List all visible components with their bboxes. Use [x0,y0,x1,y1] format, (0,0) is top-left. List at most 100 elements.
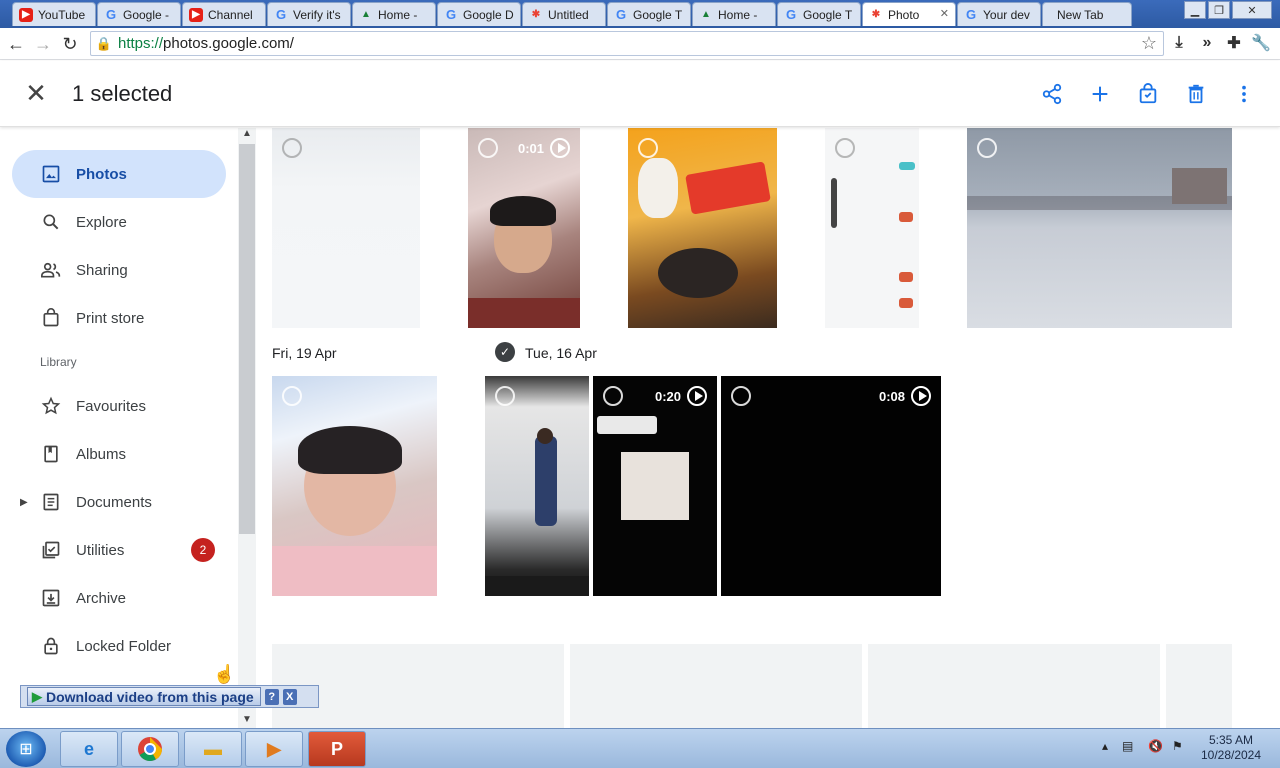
share-icon[interactable] [1038,80,1066,108]
hand-cursor-icon: ☝ [213,664,236,684]
video-duration: 0:08 [879,386,931,406]
minimize-icon[interactable]: ▁ [1184,1,1206,19]
tab-photos-active[interactable]: ✱ Photo ✕ [862,2,956,26]
sidebar-item-label: Albums [76,445,127,463]
tab-google-docs[interactable]: G Google D [437,2,521,26]
media-player-icon[interactable]: ▶ [245,731,303,767]
page-scrollbar[interactable] [1264,128,1280,728]
show-hidden-icons-icon[interactable]: ▴ [1102,739,1108,753]
help-button[interactable]: ? [264,688,279,705]
volume-muted-icon[interactable]: 🔇 [1148,739,1163,753]
chrome-icon[interactable] [121,731,179,767]
drive-icon: ▲ [361,9,371,20]
extensions-puzzle-icon[interactable]: ✚ [1223,32,1245,54]
tab-google-t-1[interactable]: G Google T [607,2,691,26]
delete-icon[interactable] [1182,80,1210,108]
action-center-flag-icon[interactable]: ⚑ [1172,739,1183,753]
select-circle-icon[interactable] [835,138,855,158]
select-circle-icon[interactable] [977,138,997,158]
tab-youtube[interactable]: ▶ YouTube [12,2,96,26]
sidebar-item-documents[interactable]: ▶ Documents [12,478,226,526]
scroll-up-arrow-icon[interactable]: ▲ [241,128,253,140]
print-store-icon[interactable] [1134,80,1162,108]
address-bar[interactable]: 🔒 https://photos.google.com/ ☆ [90,31,1164,56]
tab-label: Google T [633,7,683,22]
bookmark-star-icon[interactable]: ☆ [1141,33,1157,54]
download-video-bar: ▶ Download video from this page ? X [20,685,319,708]
video-thumbnail[interactable]: 0:20 [593,376,717,596]
scrollbar-thumb[interactable] [239,144,255,534]
select-circle-icon[interactable] [603,386,623,406]
select-circle-icon[interactable] [478,138,498,158]
start-button[interactable]: ⊞ [6,731,46,767]
internet-explorer-icon[interactable]: e [60,731,118,767]
tab-your-devices[interactable]: G Your dev [957,2,1041,26]
tab-close-icon[interactable]: ✕ [940,7,949,20]
photo-thumbnail[interactable] [272,376,437,596]
close-bar-button[interactable]: X [282,688,297,705]
network-icon[interactable]: ▤ [1122,739,1133,753]
window-close-icon[interactable]: ✕ [1232,1,1272,19]
back-icon[interactable]: ← [5,33,27,55]
sidebar-item-explore[interactable]: Explore [12,198,226,246]
wrench-menu-icon[interactable]: 🔧 [1250,32,1272,54]
tab-google-t-2[interactable]: G Google T [777,2,861,26]
sidebar-item-albums[interactable]: Albums [12,430,226,478]
tab-new-tab[interactable]: New Tab [1042,2,1132,26]
sidebar-item-locked-folder[interactable]: Locked Folder [12,622,226,670]
google-icon: G [965,7,977,22]
select-circle-icon[interactable] [282,138,302,158]
restore-icon[interactable]: ❐ [1208,1,1230,19]
tab-label: Photo [888,7,920,22]
more-vert-icon[interactable] [1230,80,1258,108]
sidebar-item-label: Documents [76,493,152,511]
tab-label: New Tab [1057,7,1104,22]
sidebar-item-label: Favourites [76,397,147,415]
sidebar-item-utilities[interactable]: Utilities 2 [12,526,226,574]
sidebar-item-print-store[interactable]: Print store [12,294,226,342]
select-circle-icon[interactable] [731,386,751,406]
drive-icon: ▲ [701,9,711,20]
tab-google-1[interactable]: G Google - [97,2,181,26]
sidebar-item-archive[interactable]: Archive [12,574,226,622]
sidebar-item-sharing[interactable]: Sharing [12,246,226,294]
file-explorer-icon[interactable]: ▬ [184,731,242,767]
tab-verify[interactable]: G Verify it's [267,2,351,26]
sidebar-item-label: Photos [76,165,127,183]
select-circle-icon[interactable] [495,386,515,406]
tab-untitled[interactable]: ✱ Untitled [522,2,606,26]
more-extensions-icon[interactable]: » [1196,32,1218,54]
download-icon[interactable]: ⤓ [1168,32,1190,54]
play-icon [687,386,707,406]
photo-thumbnail[interactable] [967,128,1232,328]
photo-thumbnail[interactable] [628,128,777,328]
tab-drive-home-1[interactable]: ▲ Home - [352,2,436,26]
tab-label: Google D [463,7,514,22]
sidebar-item-label: Locked Folder [76,637,172,655]
clear-selection-icon[interactable]: ✕ [22,78,50,108]
forward-icon[interactable]: → [32,33,54,55]
tab-label: Home - [378,7,418,22]
loading-placeholder [1166,644,1232,728]
sidebar-scrollbar[interactable]: ▲ ▼ [238,128,256,728]
download-video-button[interactable]: ▶ Download video from this page [27,687,261,706]
select-circle-icon[interactable] [638,138,658,158]
photo-thumbnail[interactable] [825,128,919,328]
reload-icon[interactable]: ↻ [59,33,81,55]
photo-thumbnail[interactable] [272,128,420,328]
select-circle-icon[interactable] [282,386,302,406]
utilities-icon [40,539,62,561]
sidebar-item-favourites[interactable]: Favourites [12,382,226,430]
tab-drive-home-2[interactable]: ▲ Home - [692,2,776,26]
tab-channel[interactable]: ▶ Channel [182,2,266,26]
add-icon[interactable] [1086,80,1114,108]
expand-caret-icon[interactable]: ▶ [20,497,28,508]
scroll-down-arrow-icon[interactable]: ▼ [241,714,253,726]
system-clock[interactable]: 5:35 AM 10/28/2024 [1196,733,1266,763]
video-thumbnail[interactable]: 0:08 [721,376,941,596]
video-thumbnail[interactable]: 0:01 [468,128,580,328]
sidebar-item-photos[interactable]: Photos [12,150,226,198]
video-thumbnail[interactable] [485,376,589,596]
powerpoint-icon[interactable]: P [308,731,366,767]
date-selected-check-icon[interactable]: ✓ [495,342,515,362]
